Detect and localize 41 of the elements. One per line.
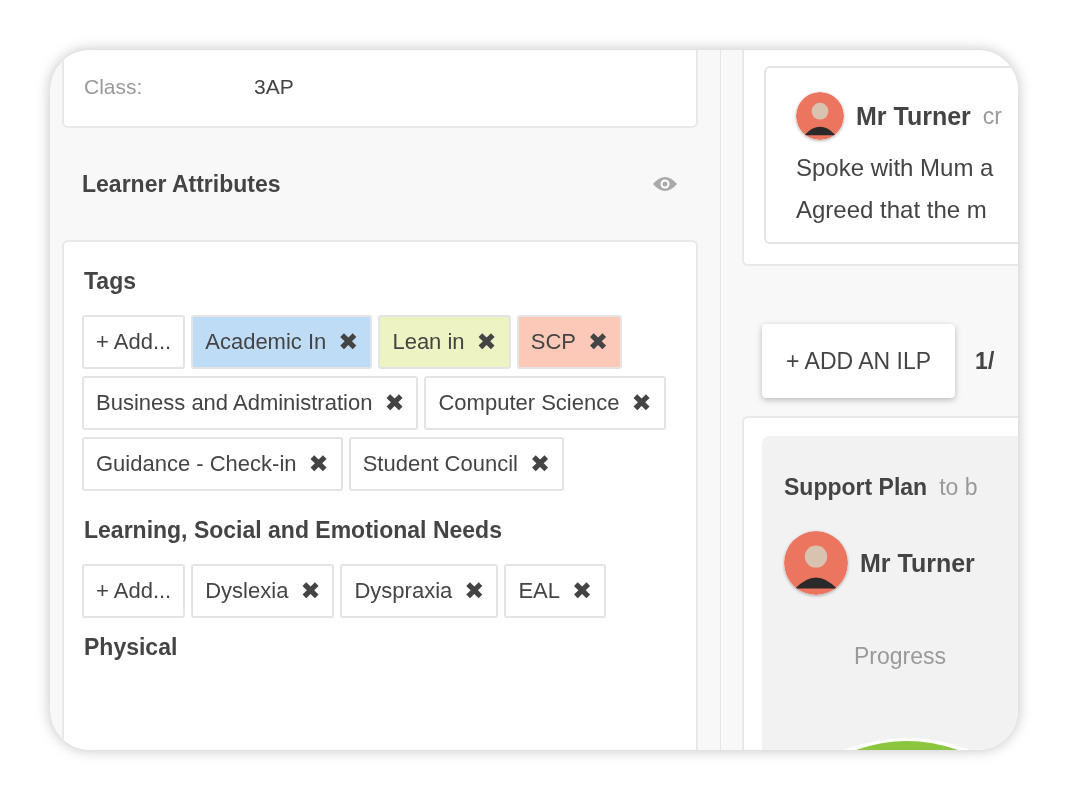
- remove-button[interactable]: ✖: [300, 579, 321, 603]
- remove-button[interactable]: ✖: [464, 579, 485, 603]
- tag-label: Business and Administration: [96, 390, 373, 416]
- remove-button[interactable]: ✖: [587, 330, 609, 354]
- remove-button[interactable]: ✖: [631, 391, 652, 415]
- progress-label: Progress: [854, 643, 948, 670]
- author-name: Mr Turner: [856, 101, 971, 131]
- tag-label: Computer Science: [438, 390, 620, 416]
- remove-button[interactable]: ✖: [308, 452, 329, 476]
- note-text: Spoke with Mum a: [796, 154, 995, 182]
- ilp-counter: 1/: [975, 347, 995, 375]
- class-value: 3AP: [254, 75, 294, 99]
- add-tag-button[interactable]: + Add...: [82, 315, 186, 369]
- section-title: Tags: [84, 268, 137, 295]
- remove-button[interactable]: ✖: [572, 579, 593, 603]
- visibility-eye-icon[interactable]: [652, 175, 678, 193]
- section-heading: Learner Attributes: [82, 170, 281, 198]
- remove-button[interactable]: ✖: [338, 330, 359, 354]
- tag-label: Lean in: [392, 329, 465, 355]
- plan-title: Support Plan: [784, 474, 928, 501]
- tag-label: Academic In: [205, 329, 327, 355]
- avatar-icon: [796, 92, 844, 140]
- section-title: Physical: [84, 634, 179, 661]
- add-ilp-button[interactable]: + ADD AN ILP: [762, 324, 956, 398]
- avatar-icon: [784, 531, 848, 595]
- note-text: Agreed that the m: [796, 196, 988, 224]
- remove-button[interactable]: ✖: [384, 391, 405, 415]
- remove-button[interactable]: ✖: [476, 330, 497, 354]
- tag-label: Dyslexia: [205, 578, 289, 604]
- tag-label: SCP: [530, 329, 576, 355]
- add-tag-button[interactable]: + Add...: [82, 564, 186, 618]
- tag-label: Student Council: [362, 451, 518, 477]
- tag-label: Dyspraxia: [354, 578, 453, 604]
- plan-subtitle: to b: [939, 474, 978, 501]
- tag-label: EAL: [518, 578, 560, 604]
- note-action: cr: [982, 102, 1002, 130]
- class-label: Class:: [84, 75, 144, 99]
- remove-button[interactable]: ✖: [530, 452, 551, 476]
- tag-label: Guidance - Check-in: [96, 451, 297, 477]
- author-name: Mr Turner: [860, 548, 975, 578]
- section-title: Learning, Social and Emotional Needs: [84, 517, 503, 544]
